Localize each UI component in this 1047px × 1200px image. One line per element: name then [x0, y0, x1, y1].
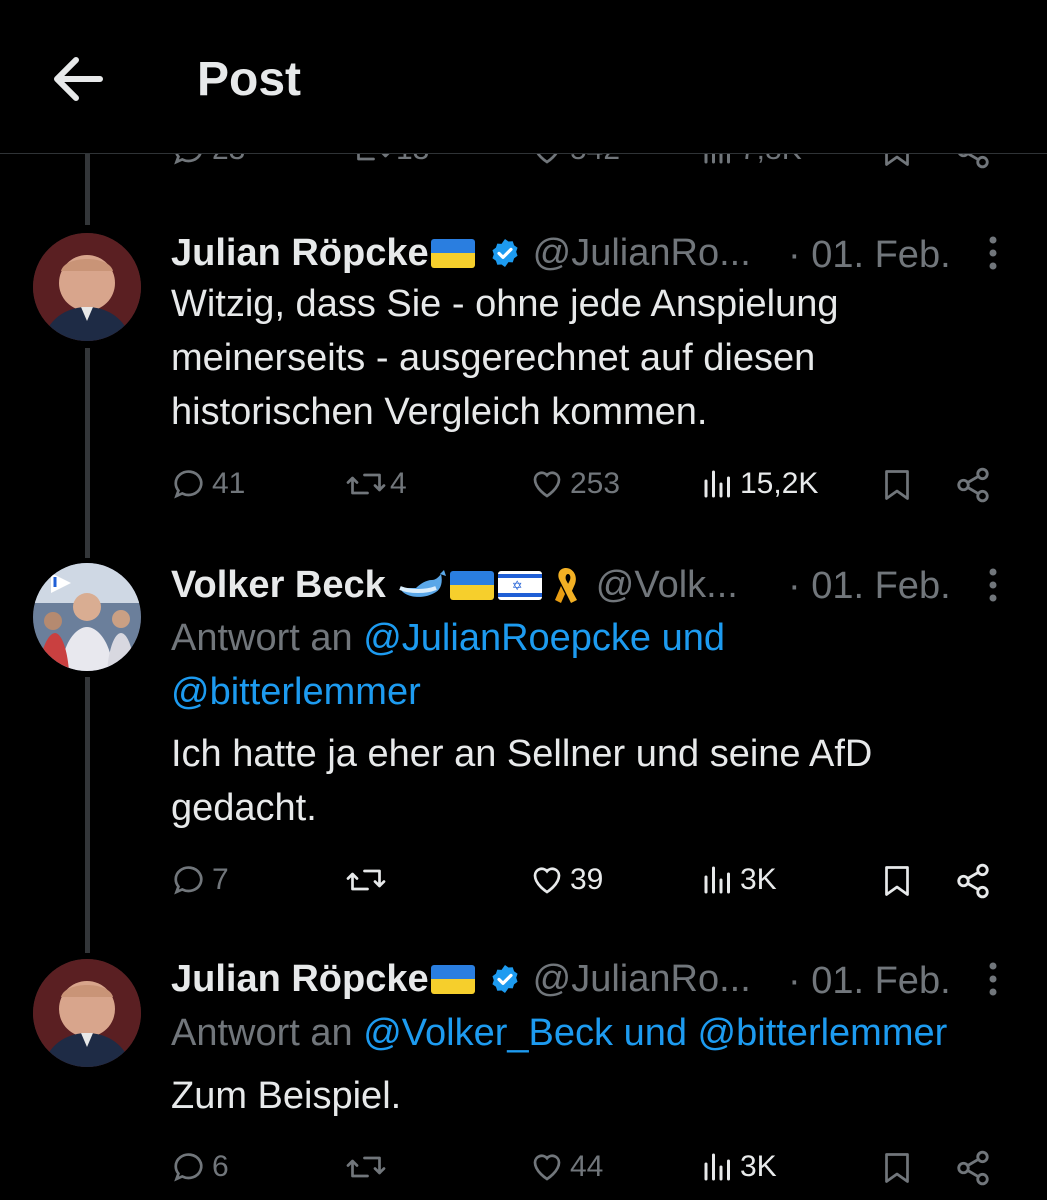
yellow-ribbon-icon [554, 568, 577, 603]
share-button[interactable] [954, 466, 992, 504]
like-count: 253 [570, 467, 621, 500]
whale-emoji-icon [399, 570, 446, 597]
avatar[interactable] [33, 563, 141, 671]
display-name[interactable]: Volker Beck [171, 564, 386, 607]
reply-prefix: Antwort an [171, 1012, 364, 1054]
like-count: 44 [570, 1150, 604, 1183]
page-title: Post [197, 53, 302, 106]
reply-mentions[interactable]: @JulianRoepcke und [363, 617, 725, 659]
reply-mentions[interactable]: @Volker_Beck und @bitterlemmer [363, 1012, 947, 1054]
like-count: 39 [570, 863, 604, 896]
post-header: Julian Röpcke @JulianRo... [171, 230, 751, 276]
share-button[interactable] [954, 862, 992, 900]
repost-button[interactable] [346, 1149, 386, 1185]
bookmark-button[interactable] [879, 466, 915, 504]
reply-context: Antwort an @JulianRoepcke und @bitterlem… [171, 611, 1031, 719]
ukraine-flag-icon [430, 238, 475, 268]
post[interactable]: Julian Röpcke @JulianRo... · 01. Feb. An… [0, 951, 1047, 1200]
post-text: Zum Beispiel. [171, 1075, 402, 1117]
reply-count: 41 [212, 467, 246, 500]
reply-button[interactable]: 6 [172, 1149, 229, 1185]
reply-button[interactable]: 7 [172, 862, 229, 898]
bookmark-button[interactable] [879, 1149, 915, 1187]
repost-count: 4 [390, 467, 407, 500]
user-handle[interactable]: @JulianRo... [533, 232, 751, 275]
reply-context: Antwort an @Volker_Beck und @bitterlemme… [171, 1006, 947, 1060]
views-button[interactable]: 3K [700, 862, 777, 898]
post-actions: 7 39 3K [0, 862, 1047, 906]
post-date[interactable]: · 01. Feb. [788, 234, 951, 277]
bookmark-button[interactable] [879, 862, 915, 900]
views-button[interactable]: 15,2K [700, 466, 818, 502]
repost-button[interactable]: 4 [346, 466, 407, 502]
views-button[interactable]: 3K [700, 1149, 777, 1185]
display-name[interactable]: Julian Röpcke [171, 958, 429, 1001]
reply-prefix: Antwort an [171, 617, 364, 659]
user-handle[interactable]: @Volk... [596, 564, 738, 607]
post-header: Volker Beck ✡ @Volk... [171, 562, 738, 608]
display-name[interactable]: Julian Röpcke [171, 232, 429, 275]
top-bar: Post [0, 0, 1047, 154]
user-handle[interactable]: @JulianRo... [533, 958, 751, 1001]
ukraine-flag-icon [449, 570, 494, 600]
more-options-icon[interactable] [989, 962, 997, 996]
post-actions: 41 4 253 15,2K [0, 466, 1047, 510]
views-count: 3K [740, 1150, 777, 1183]
reply-mentions[interactable]: @bitterlemmer [171, 671, 421, 713]
post-date[interactable]: · 01. Feb. [788, 565, 951, 608]
avatar[interactable] [33, 233, 141, 341]
reply-button[interactable]: 41 [172, 466, 245, 502]
verified-badge-icon [492, 965, 518, 993]
verified-badge-icon [492, 239, 518, 267]
like-button[interactable]: 253 [528, 466, 620, 502]
israel-flag-icon: ✡ [497, 570, 542, 600]
post-header: Julian Röpcke @JulianRo... [171, 956, 751, 1002]
like-button[interactable]: 39 [528, 862, 603, 898]
more-options-icon[interactable] [989, 236, 997, 270]
post-text: Witzig, dass Sie - ohne jede Anspielung … [171, 283, 839, 433]
share-button[interactable] [954, 1149, 992, 1187]
avatar[interactable] [33, 959, 141, 1067]
post-actions: 6 44 3K [0, 1149, 1047, 1193]
more-options-icon[interactable] [989, 568, 997, 602]
reply-count: 6 [212, 1150, 229, 1183]
ukraine-flag-icon [430, 964, 475, 994]
post[interactable]: Julian Röpcke @JulianRo... · 01. Feb. Wi… [0, 225, 1047, 525]
views-count: 15,2K [740, 467, 819, 500]
like-button[interactable]: 44 [528, 1149, 603, 1185]
back-arrow-icon[interactable] [50, 55, 104, 103]
reply-count: 7 [212, 863, 229, 896]
views-count: 3K [740, 863, 777, 896]
post-date[interactable]: · 01. Feb. [788, 960, 951, 1003]
repost-button[interactable] [346, 862, 386, 898]
post[interactable]: Volker Beck ✡ @Volk... · 01. Feb. Antwor… [0, 556, 1047, 926]
post-text: Ich hatte ja eher an Sellner und seine A… [171, 733, 873, 829]
